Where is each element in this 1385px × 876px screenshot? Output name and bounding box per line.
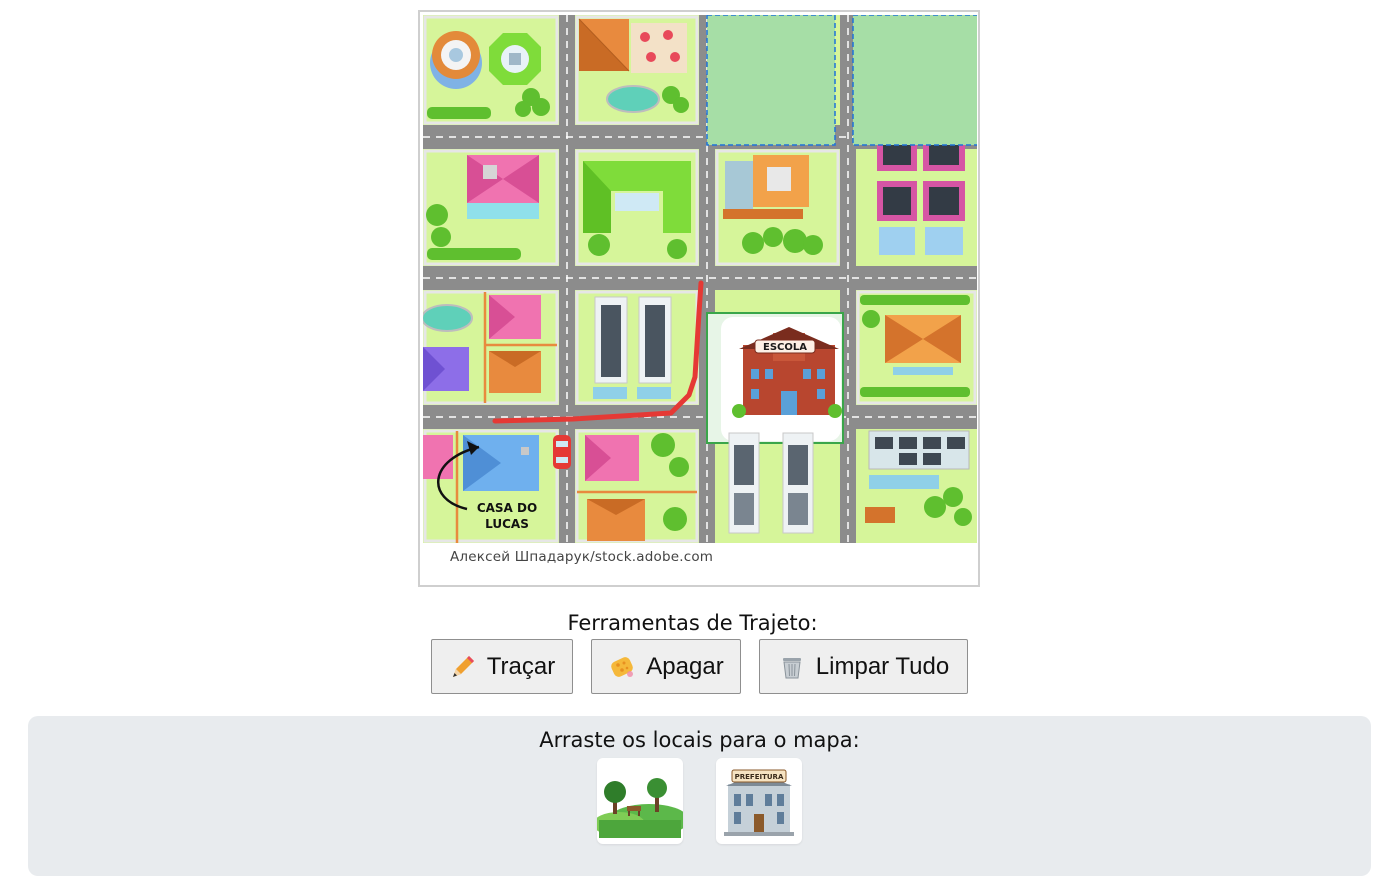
draw-button-label: Traçar bbox=[486, 652, 556, 680]
sponge-icon bbox=[608, 653, 636, 681]
park-icon bbox=[597, 778, 683, 838]
drop-zone-1[interactable] bbox=[706, 15, 836, 146]
pond-top bbox=[606, 85, 660, 113]
school-label: ESCOLA bbox=[763, 342, 807, 353]
park-card[interactable] bbox=[597, 758, 683, 844]
home-label-line2: LUCAS bbox=[485, 517, 529, 531]
round-tower-green bbox=[489, 33, 541, 85]
location-palette: Arraste os locais para o mapa: PREFEITUR… bbox=[28, 716, 1371, 876]
city-hall-icon: PREFEITURA bbox=[724, 769, 794, 836]
school-card: ESCOLA bbox=[706, 312, 844, 444]
purple-house bbox=[423, 347, 469, 391]
tools-title: Ferramentas de Trajeto: bbox=[567, 611, 818, 635]
pencil-icon bbox=[449, 653, 477, 681]
pink-house-small bbox=[489, 295, 541, 339]
plaza bbox=[631, 23, 687, 73]
red-car bbox=[553, 435, 571, 469]
orange-house-top bbox=[578, 18, 630, 72]
pink-house bbox=[467, 155, 539, 219]
draw-button[interactable]: Traçar bbox=[431, 639, 573, 694]
clear-all-button[interactable]: Limpar Tudo bbox=[759, 639, 968, 694]
orange-house-small bbox=[489, 351, 541, 393]
palette-title: Arraste os locais para o mapa: bbox=[539, 728, 860, 752]
erase-button-label: Apagar bbox=[646, 652, 724, 680]
trash-icon bbox=[778, 653, 806, 681]
home-label-line1: CASA DO bbox=[477, 501, 537, 515]
drop-zone-2[interactable] bbox=[852, 15, 977, 146]
pond-left bbox=[423, 304, 473, 332]
image-credit: Алексей Шпадарук/stock.adobe.com bbox=[450, 549, 714, 565]
city-hall-label: PREFEITURA bbox=[735, 773, 784, 781]
city-hall-card[interactable]: PREFEITURA bbox=[716, 758, 802, 844]
round-tower-blue bbox=[430, 31, 482, 89]
pink-house-bottom bbox=[585, 435, 639, 481]
city-map[interactable]: ESCOLA CASA DO LUCAS Алексей Шпадарук/st… bbox=[418, 10, 980, 587]
erase-button[interactable]: Apagar bbox=[591, 639, 741, 694]
clear-all-button-label: Limpar Tudo bbox=[815, 652, 950, 680]
orange-house-bottom bbox=[587, 499, 645, 541]
map-canvas[interactable]: ESCOLA CASA DO LUCAS bbox=[423, 15, 977, 543]
orange-house-right bbox=[723, 155, 809, 219]
